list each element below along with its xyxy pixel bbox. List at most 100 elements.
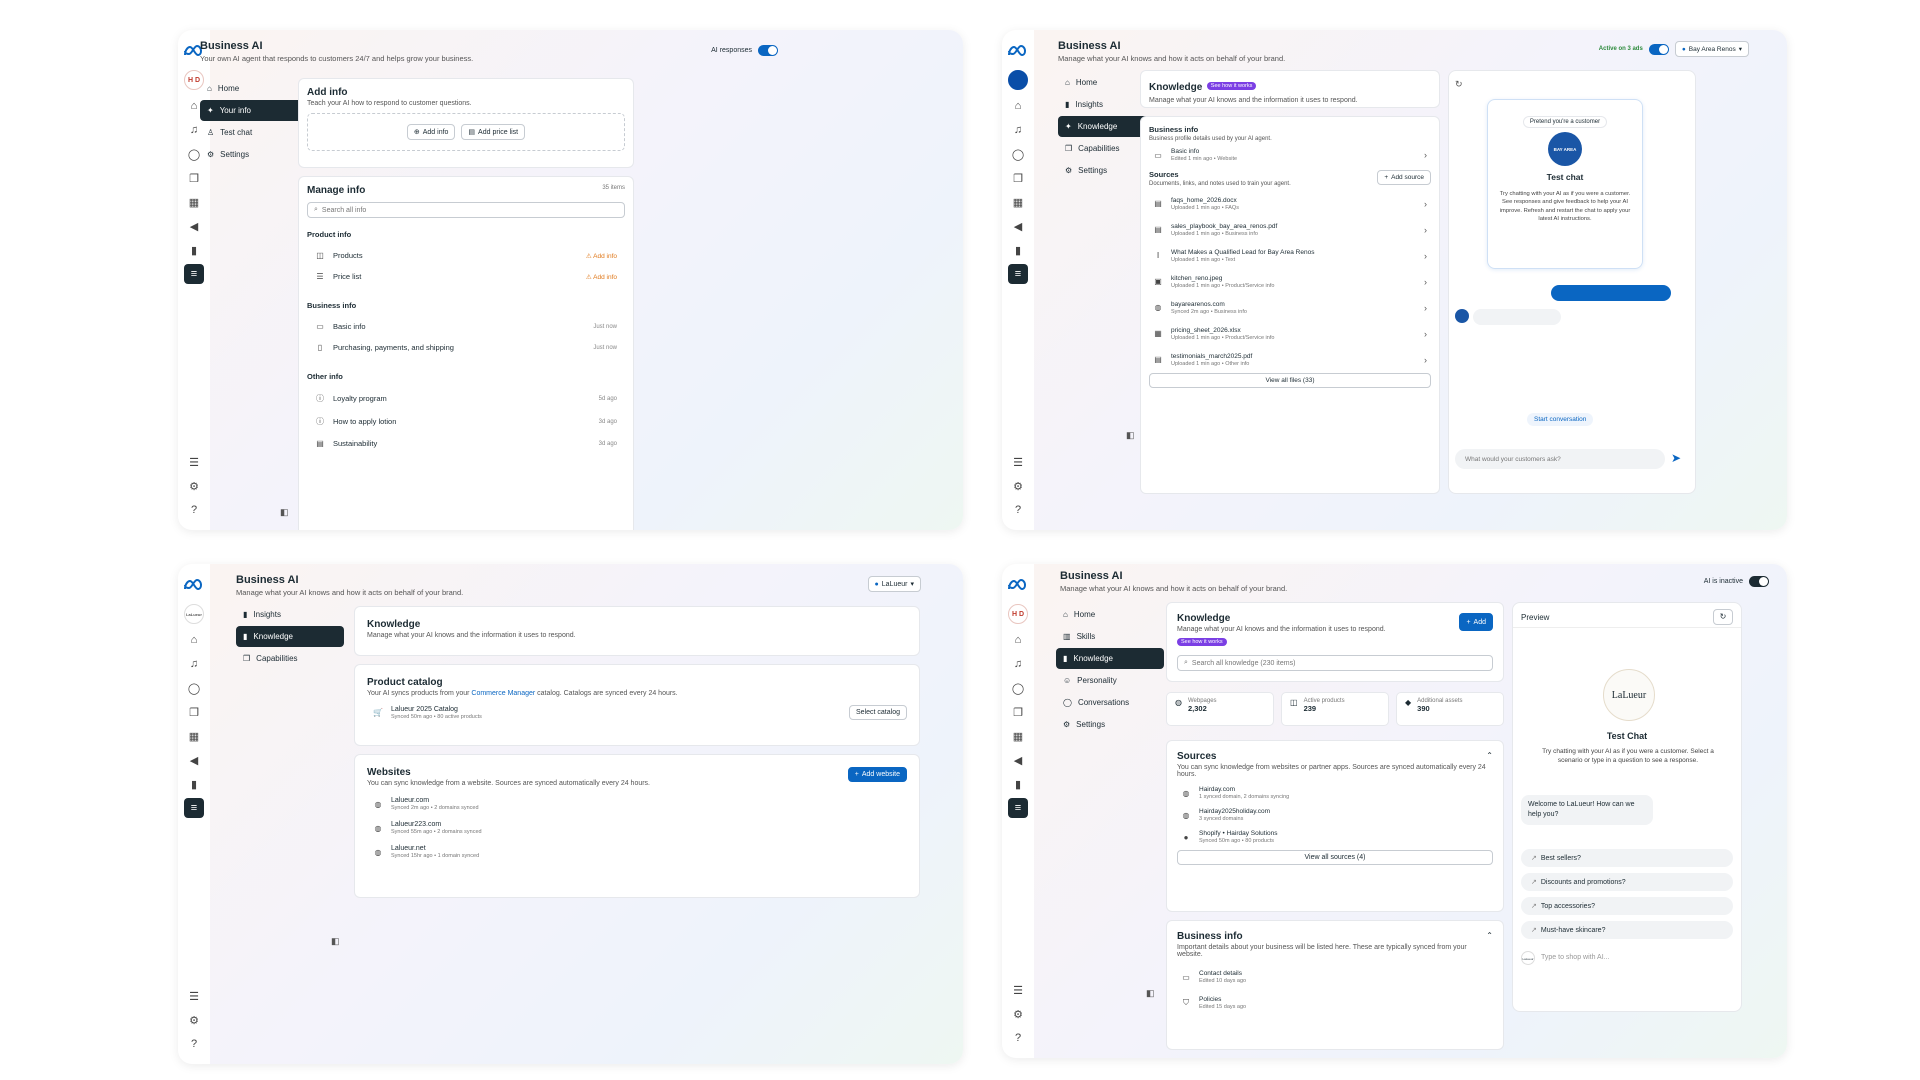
home-icon[interactable]: ⌂ — [1008, 96, 1028, 116]
website-row[interactable]: ◍ Lalueur.net Synced 15hr ago • 1 domain s… — [367, 845, 907, 859]
chat-input[interactable]: What would your customers ask? — [1455, 449, 1665, 469]
chevron-up-icon[interactable]: ⌃ — [1486, 751, 1493, 778]
menu-icon[interactable]: ≡ — [1008, 798, 1028, 818]
table-icon[interactable]: ▦ — [184, 192, 204, 212]
home-icon[interactable]: ⌂ — [184, 630, 204, 650]
collapse-icon[interactable]: ◧ — [331, 936, 340, 947]
list-item[interactable]: ⓘ How to apply lotion 3d ago — [307, 416, 625, 427]
gear-icon[interactable]: ⚙ — [184, 476, 204, 496]
gear-icon[interactable]: ⚙ — [1008, 476, 1028, 496]
source-row[interactable]: ◍ Hairday2025holiday.com 3 synced domains — [1177, 808, 1493, 822]
home-icon[interactable]: ⌂ — [1008, 630, 1028, 650]
nav-item-conversations[interactable]: ◯ Conversations — [1056, 692, 1164, 713]
page-selector[interactable]: ● Bay Area Renos ▾ — [1674, 41, 1749, 57]
add-source-button[interactable]: + Add source — [1377, 170, 1431, 185]
avatar[interactable]: LaLueur — [184, 604, 204, 624]
table-icon[interactable]: ▦ — [1008, 726, 1028, 746]
suggestion-chip[interactable]: ↗ Best sellers? — [1521, 849, 1733, 867]
pages-icon[interactable]: ❐ — [1008, 168, 1028, 188]
list-item[interactable]: ▭ Basic info Just now — [307, 322, 625, 331]
bell-icon[interactable]: ♫ — [1008, 120, 1028, 140]
nav-item-your-info[interactable]: ✦ Your info — [200, 100, 308, 121]
nav-item-insights[interactable]: ▮ Insights — [236, 604, 344, 625]
chat-icon[interactable]: ◯ — [1008, 144, 1028, 164]
ai-toggle[interactable] — [1749, 576, 1769, 587]
page-selector[interactable]: ● LaLueur ▾ — [867, 576, 921, 592]
nav-item-knowledge[interactable]: ▮ Knowledge — [236, 626, 344, 647]
menu-icon[interactable]: ≡ — [184, 798, 204, 818]
select-catalog-button[interactable]: Select catalog — [849, 705, 907, 720]
ai-toggle[interactable] — [1648, 43, 1669, 55]
collapse-icon[interactable]: ◧ — [1146, 988, 1155, 999]
add-price-list-button[interactable]: ▤ Add price list — [461, 124, 526, 140]
source-row[interactable]: ◍ bayarearenos.com Synced 2m ago • Busines… — [1149, 298, 1431, 317]
list-item[interactable]: ▤ Sustainability 3d ago — [307, 439, 625, 448]
nav-item-home[interactable]: ⌂ Home — [200, 78, 308, 99]
pages-icon[interactable]: ❐ — [184, 702, 204, 722]
nav-item-skills[interactable]: ▥ Skills — [1056, 626, 1164, 647]
bell-icon[interactable]: ♫ — [184, 654, 204, 674]
website-row[interactable]: ◍ Lalueur223.com Synced 55m ago • 2 domain… — [367, 821, 907, 835]
collapse-icon[interactable]: ◧ — [1126, 430, 1135, 441]
suggestion-chip[interactable]: ↗ Must-have skincare? — [1521, 921, 1733, 939]
collapse-icon[interactable]: ◧ — [280, 507, 289, 518]
chevron-up-icon[interactable]: ⌃ — [1486, 931, 1493, 958]
add-info-warning[interactable]: ⚠ Add info — [586, 273, 617, 281]
start-conversation-button[interactable]: Start conversation — [1527, 413, 1594, 426]
list-item[interactable]: ⓘ Loyalty program 5d ago — [307, 393, 625, 404]
list-item[interactable]: ◫ Products ⚠ Add info — [307, 251, 625, 260]
list-icon[interactable]: ☰ — [1008, 452, 1028, 472]
gear-icon[interactable]: ⚙ — [184, 1010, 204, 1030]
megaphone-icon[interactable]: ◀ — [184, 750, 204, 770]
see-how-it-works-badge[interactable]: See how it works — [1206, 81, 1257, 90]
list-item[interactable]: ▭ Basic info Edited 1 min ago • Website › — [1149, 148, 1431, 162]
search-input[interactable]: ⌕ Search all knowledge (230 items) — [1177, 655, 1493, 671]
table-icon[interactable]: ▦ — [184, 726, 204, 746]
nav-item-test-chat[interactable]: ♙ Test chat — [200, 122, 308, 143]
refresh-icon[interactable]: ↻ — [1713, 609, 1733, 625]
chat-icon[interactable]: ◯ — [1008, 678, 1028, 698]
pages-icon[interactable]: ❐ — [184, 168, 204, 188]
chart-icon[interactable]: ▮ — [184, 774, 204, 794]
add-info-warning[interactable]: ⚠ Add info — [586, 252, 617, 260]
source-row[interactable]: ▤ sales_playbook_bay_area_renos.pdf Upload… — [1149, 220, 1431, 239]
see-how-it-works-badge[interactable]: See how it works — [1177, 637, 1227, 646]
gear-icon[interactable]: ⚙ — [1008, 1004, 1028, 1024]
source-row[interactable]: ▦ pricing_sheet_2026.xlsx Uploaded 1 min a… — [1149, 324, 1431, 343]
help-icon[interactable]: ? — [184, 1034, 204, 1054]
chart-icon[interactable]: ▮ — [184, 240, 204, 260]
website-row[interactable]: ◍ Lalueur.com Synced 2m ago • 2 domains sy… — [367, 797, 907, 811]
search-input[interactable]: ⌕ Search all info — [307, 202, 625, 218]
list-icon[interactable]: ☰ — [1008, 980, 1028, 1000]
view-all-sources-button[interactable]: View all sources (4) — [1177, 850, 1493, 865]
source-row[interactable]: Ⅰ What Makes a Qualified Lead for Bay Are… — [1149, 246, 1431, 265]
help-icon[interactable]: ? — [1008, 1028, 1028, 1048]
source-row[interactable]: ▣ kitchen_reno.jpeg Uploaded 1 min ago • P… — [1149, 272, 1431, 291]
help-icon[interactable]: ? — [1008, 500, 1028, 520]
send-icon[interactable]: ➤ — [1671, 451, 1681, 465]
megaphone-icon[interactable]: ◀ — [1008, 216, 1028, 236]
avatar[interactable]: H D — [1008, 604, 1028, 624]
suggestion-chip[interactable]: ↗ Discounts and promotions? — [1521, 873, 1733, 891]
refresh-icon[interactable]: ↻ — [1455, 79, 1463, 90]
help-icon[interactable]: ? — [184, 500, 204, 520]
source-row[interactable]: ▤ testimonials_march2025.pdf Uploaded 1 mi… — [1149, 350, 1431, 369]
chart-icon[interactable]: ▮ — [1008, 240, 1028, 260]
view-all-files-button[interactable]: View all files (33) — [1149, 373, 1431, 388]
chat-input[interactable]: Type to shop with AI... — [1541, 954, 1609, 961]
source-row[interactable]: ◍ Hairday.com 1 synced domain, 2 domains s… — [1177, 786, 1493, 800]
nav-item-settings[interactable]: ⚙ Settings — [200, 144, 308, 165]
table-icon[interactable]: ▦ — [1008, 192, 1028, 212]
ai-responses-toggle[interactable] — [758, 45, 778, 56]
nav-item-personality[interactable]: ☺ Personality — [1056, 670, 1164, 691]
chart-icon[interactable]: ▮ — [1008, 774, 1028, 794]
source-row[interactable]: ▤ faqs_home_2026.docx Uploaded 1 min ago •… — [1149, 194, 1431, 213]
nav-item-capabilities[interactable]: ❒ Capabilities — [236, 648, 344, 669]
chat-icon[interactable]: ◯ — [184, 678, 204, 698]
list-item[interactable]: ▯ Purchasing, payments, and shipping Just … — [307, 343, 625, 352]
list-item[interactable]: ☰ Price list ⚠ Add info — [307, 272, 625, 281]
list-icon[interactable]: ☰ — [184, 452, 204, 472]
menu-icon[interactable]: ≡ — [184, 264, 204, 284]
megaphone-icon[interactable]: ◀ — [184, 216, 204, 236]
pages-icon[interactable]: ❐ — [1008, 702, 1028, 722]
